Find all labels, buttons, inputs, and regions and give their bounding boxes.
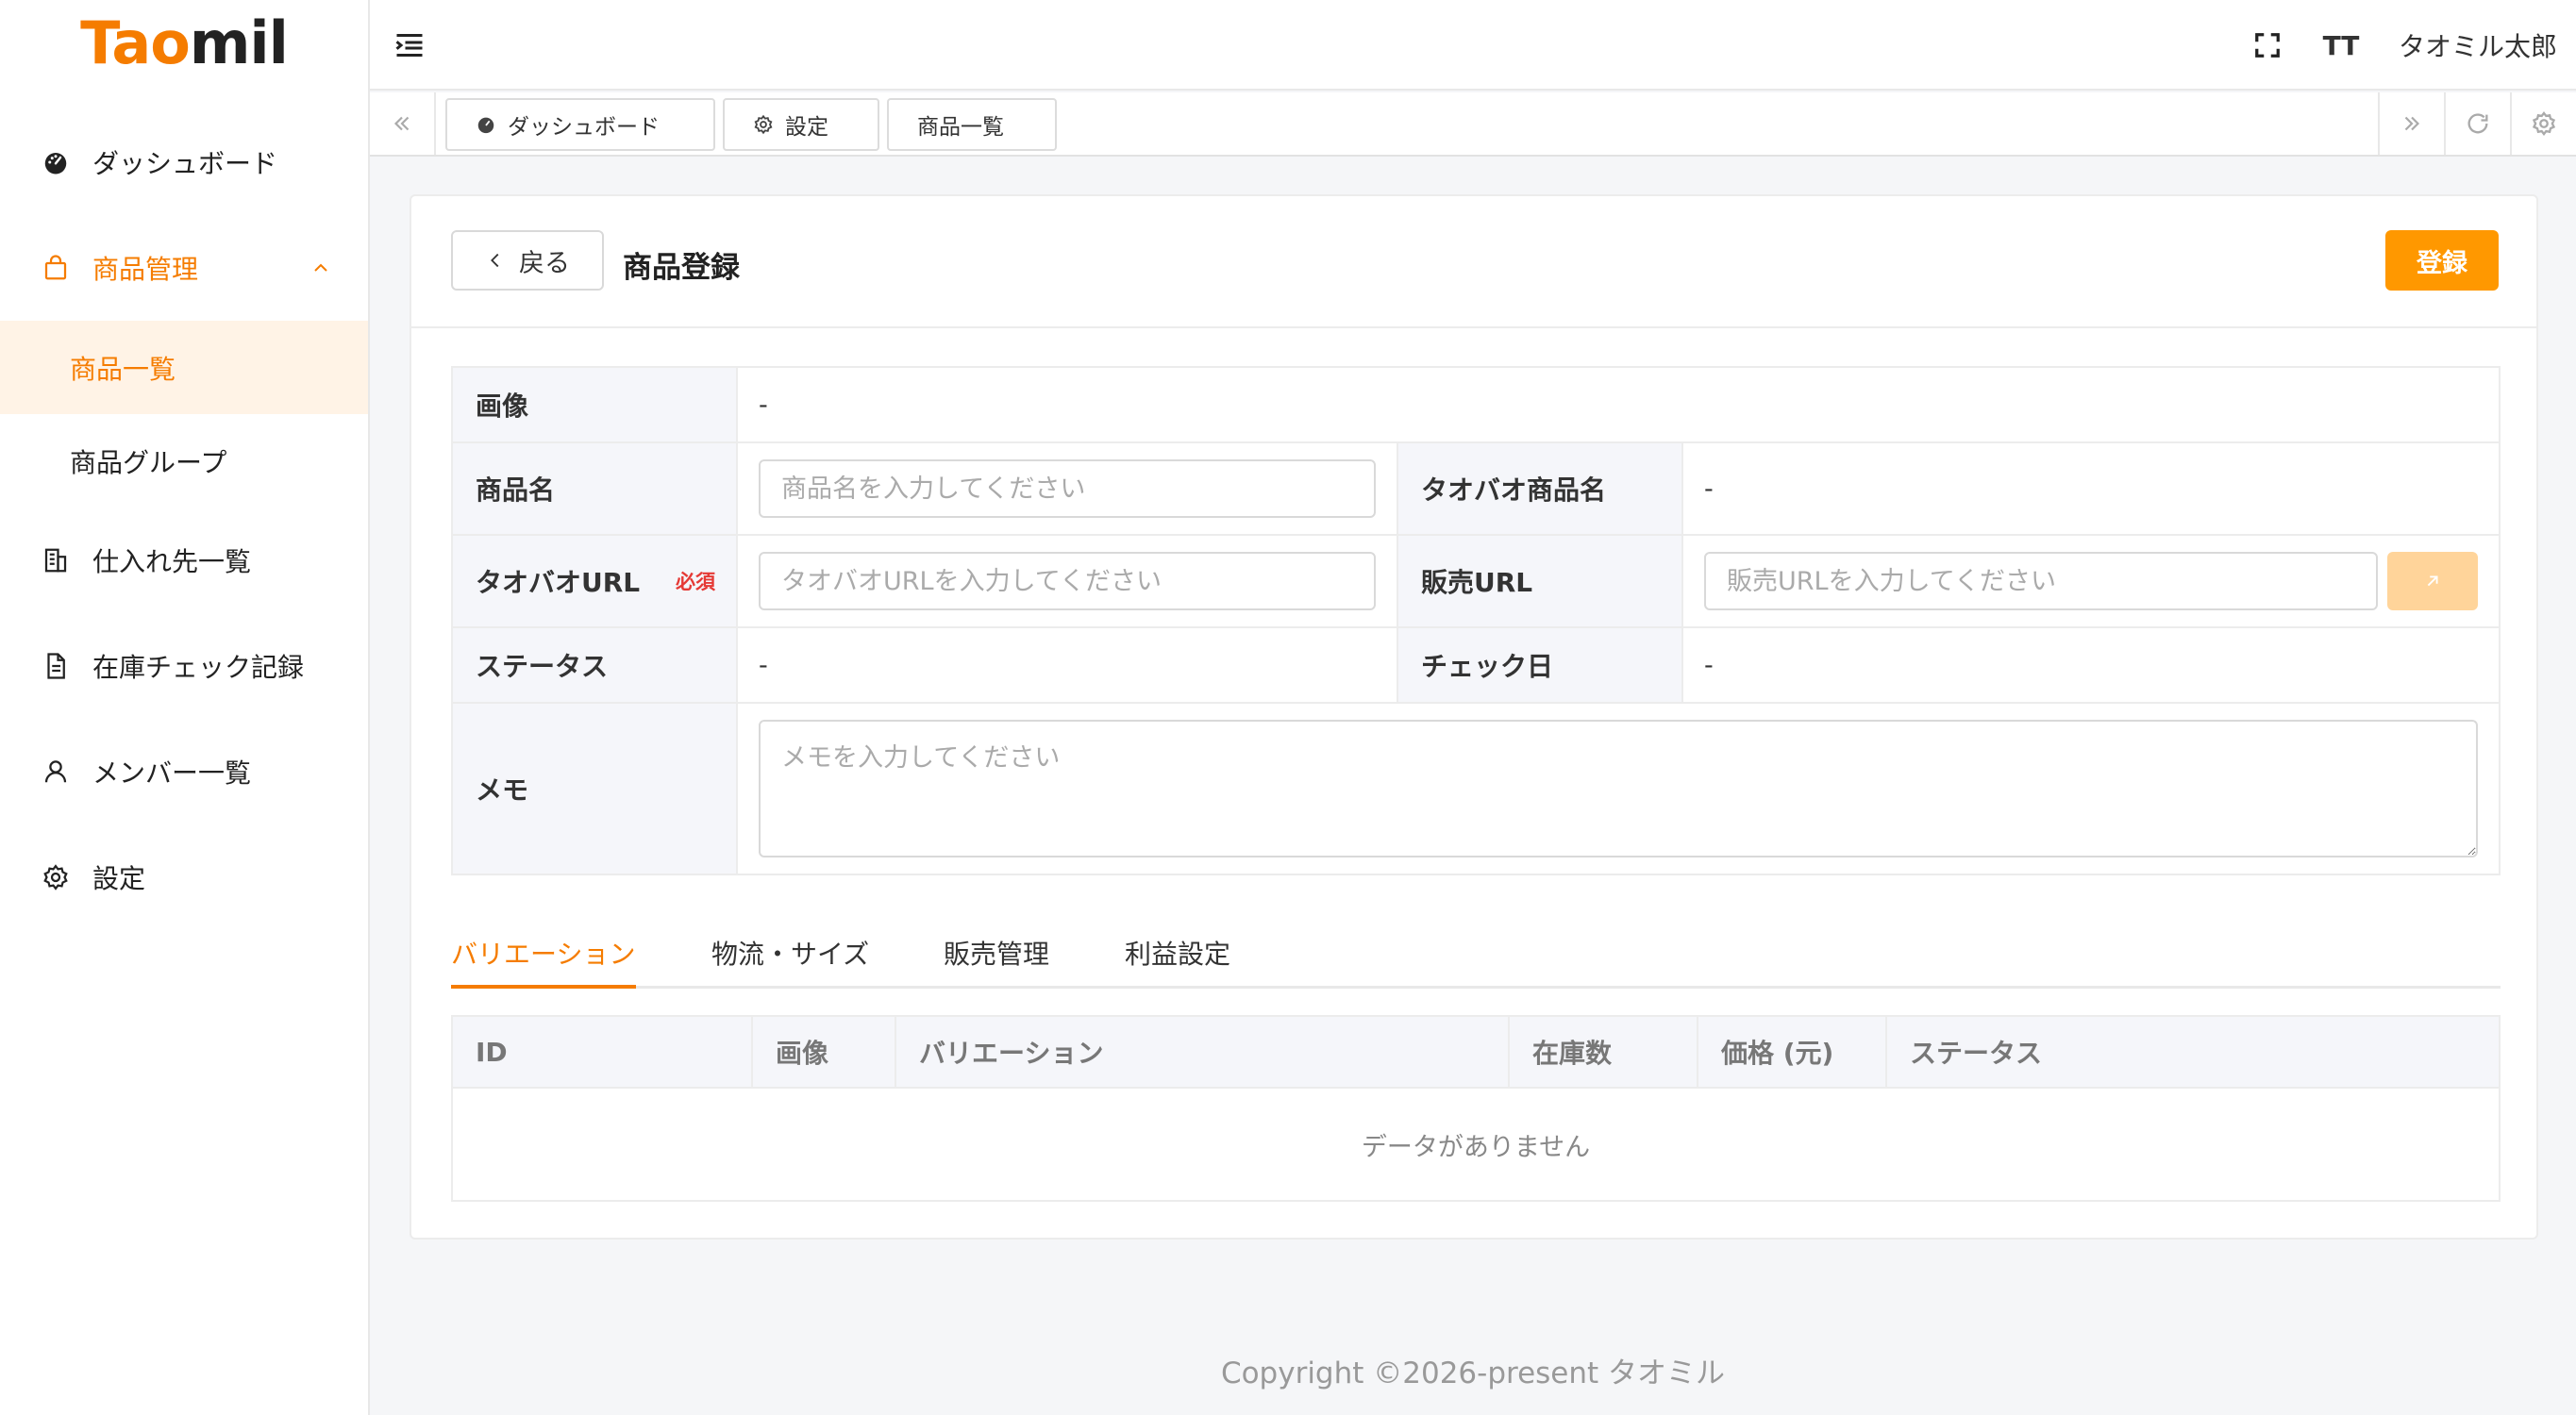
form-row-status: ステータス - チェック日 - xyxy=(453,628,2499,704)
menu-fold-icon[interactable] xyxy=(393,28,427,62)
double-chevron-right-icon xyxy=(2404,116,2420,131)
sidebar: Taomil ダッシュボード 商品管理 商品一覧 商品グループ 仕入れ先一覧 在… xyxy=(0,0,370,1415)
tab-dashboard[interactable]: ダッシュボード xyxy=(445,98,715,151)
form-row-product-name: 商品名 タオバオ商品名 - xyxy=(453,443,2499,536)
tab-product-list[interactable]: 商品一覧 xyxy=(887,98,1057,151)
open-url-button[interactable] xyxy=(2387,552,2478,610)
form-row-url: タオバオURL 必須 販売URL xyxy=(453,536,2499,628)
memo-label: メモ xyxy=(453,704,738,874)
sidebar-item-label: ダッシュボード xyxy=(92,148,278,179)
memo-textarea[interactable] xyxy=(759,720,2478,857)
shopping-bag-icon xyxy=(40,252,72,284)
card-header: 戻る 商品登録 登録 xyxy=(411,196,2536,328)
back-button[interactable]: 戻る xyxy=(451,230,604,291)
image-label: 画像 xyxy=(453,368,738,441)
sidebar-item-label: 商品管理 xyxy=(92,254,199,285)
product-register-card: 戻る 商品登録 登録 画像 - 商品名 タオバオ商品名 - タオバオURL 必須… xyxy=(410,194,2538,1240)
check-date-label: チェック日 xyxy=(1398,628,1683,702)
taobao-name-label: タオバオ商品名 xyxy=(1398,443,1683,534)
taobao-url-input[interactable] xyxy=(759,552,1376,610)
sidebar-item-label: 仕入れ先一覧 xyxy=(92,546,252,577)
variation-table: ID 画像 バリエーション 在庫数 価格 (元) ステータス データがありません xyxy=(451,1015,2501,1202)
column-header[interactable]: 価格 (元) xyxy=(1698,1017,1887,1087)
sales-url-input[interactable] xyxy=(1704,552,2378,610)
sidebar-nav: ダッシュボード 商品管理 商品一覧 商品グループ 仕入れ先一覧 在庫チェック記録 xyxy=(0,109,368,930)
check-date-value: - xyxy=(1704,650,1714,680)
gear-icon xyxy=(40,861,72,893)
tab-sales-mgmt[interactable]: 販売管理 xyxy=(944,934,1049,987)
chevron-left-icon xyxy=(491,253,499,268)
refresh-button[interactable] xyxy=(2444,92,2510,155)
sidebar-item-stock-check[interactable]: 在庫チェック記録 xyxy=(0,613,368,719)
sidebar-item-product-mgmt[interactable]: 商品管理 xyxy=(0,215,368,321)
empty-state: データがありません xyxy=(1361,1132,1591,1162)
product-name-label: 商品名 xyxy=(453,443,738,534)
column-header[interactable]: ID xyxy=(453,1017,753,1087)
column-header[interactable]: バリエーション xyxy=(896,1017,1510,1087)
product-name-input[interactable] xyxy=(759,459,1376,518)
tab-scroll-right-button[interactable] xyxy=(2378,92,2444,155)
dashboard-icon xyxy=(477,117,494,134)
logo-suffix: mil xyxy=(189,8,289,77)
fullscreen-icon[interactable] xyxy=(2251,29,2283,61)
gear-icon xyxy=(2532,111,2556,136)
tab-logistics[interactable]: 物流・サイズ xyxy=(711,934,869,987)
top-bar: TT タオミル太郎 xyxy=(370,0,2576,91)
chevron-up-icon xyxy=(314,263,327,272)
dashboard-icon xyxy=(40,146,72,178)
column-header[interactable]: ステータス xyxy=(1887,1017,2499,1087)
user-icon xyxy=(40,756,72,788)
sidebar-item-suppliers[interactable]: 仕入れ先一覧 xyxy=(0,508,368,613)
sidebar-item-settings[interactable]: 設定 xyxy=(0,824,368,930)
tab-settings-button[interactable] xyxy=(2510,92,2576,155)
user-menu[interactable]: タオミル太郎 xyxy=(2399,26,2557,64)
sidebar-item-dashboard[interactable]: ダッシュボード xyxy=(0,109,368,215)
status-label: ステータス xyxy=(453,628,738,702)
logo[interactable]: Taomil xyxy=(0,0,368,85)
external-link-icon xyxy=(2427,575,2438,587)
required-badge: 必須 xyxy=(676,571,715,593)
double-chevron-left-icon xyxy=(393,116,410,131)
product-form: 画像 - 商品名 タオバオ商品名 - タオバオURL 必須 販売URL xyxy=(451,366,2501,875)
taobao-name-value: - xyxy=(1704,474,1714,504)
tab-settings[interactable]: 設定 xyxy=(723,98,879,151)
taobao-url-label: タオバオURL 必須 xyxy=(453,536,738,626)
sidebar-item-label: 在庫チェック記録 xyxy=(92,652,305,683)
sidebar-item-product-group[interactable]: 商品グループ xyxy=(0,414,368,508)
tab-scroll-left-button[interactable] xyxy=(370,92,436,155)
sales-url-label: 販売URL xyxy=(1398,536,1683,626)
tab-variations[interactable]: バリエーション xyxy=(451,934,635,987)
footer-copyright: Copyright ©2026-present タオミル xyxy=(1220,1357,1726,1390)
register-button[interactable]: 登録 xyxy=(2385,230,2499,291)
gear-icon xyxy=(754,114,773,135)
form-row-image: 画像 - xyxy=(453,368,2499,443)
sidebar-item-label: 設定 xyxy=(92,863,146,894)
status-value: - xyxy=(738,628,1398,702)
column-header[interactable]: 画像 xyxy=(753,1017,896,1087)
active-tab-indicator xyxy=(451,985,636,989)
sidebar-item-label: メンバー一覧 xyxy=(92,757,252,789)
building-icon xyxy=(40,544,72,576)
sidebar-item-product-list[interactable]: 商品一覧 xyxy=(0,321,368,414)
document-icon xyxy=(40,650,72,682)
refresh-icon xyxy=(2467,113,2488,134)
logo-prefix: Tao xyxy=(80,8,191,77)
form-row-memo: メモ xyxy=(453,704,2499,874)
tab-profit[interactable]: 利益設定 xyxy=(1125,934,1230,987)
detail-tabs: バリエーション 物流・サイズ 販売管理 利益設定 xyxy=(451,921,2501,989)
page-title: 商品登録 xyxy=(623,251,740,285)
sidebar-item-members[interactable]: メンバー一覧 xyxy=(0,719,368,824)
font-size-icon[interactable]: TT xyxy=(2323,29,2360,61)
image-value: - xyxy=(759,390,768,420)
table-header: ID 画像 バリエーション 在庫数 価格 (元) ステータス xyxy=(453,1017,2499,1089)
column-header[interactable]: 在庫数 xyxy=(1510,1017,1698,1087)
tab-bar: ダッシュボード 設定 商品一覧 xyxy=(370,92,2576,157)
